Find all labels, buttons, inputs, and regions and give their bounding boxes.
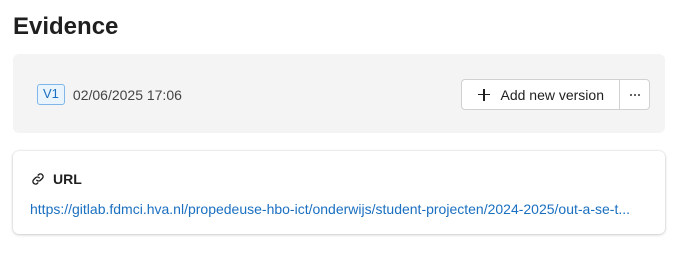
add-new-version-label: Add new version [500,86,604,103]
more-icon [629,93,640,96]
version-bar: V1 02/06/2025 17:06 Add new version [13,54,665,133]
evidence-card-header: URL [31,171,82,187]
more-options-button[interactable] [619,79,650,110]
section-title: Evidence [13,13,119,40]
add-new-version-button[interactable]: Add new version [461,79,619,110]
version-badge: V1 [37,84,65,105]
version-info: V1 02/06/2025 17:06 [37,84,182,105]
evidence-page: Evidence V1 02/06/2025 17:06 Add new ver… [0,0,678,261]
version-date: 02/06/2025 17:06 [72,86,182,103]
plus-icon [478,88,491,101]
evidence-url-link[interactable]: https://gitlab.fdmci.hva.nl/propedeuse-h… [30,201,654,217]
evidence-card: URL https://gitlab.fdmci.hva.nl/propedeu… [13,151,665,234]
link-icon [32,173,44,185]
version-actions: Add new version [461,79,650,110]
evidence-type-label: URL [53,171,82,187]
